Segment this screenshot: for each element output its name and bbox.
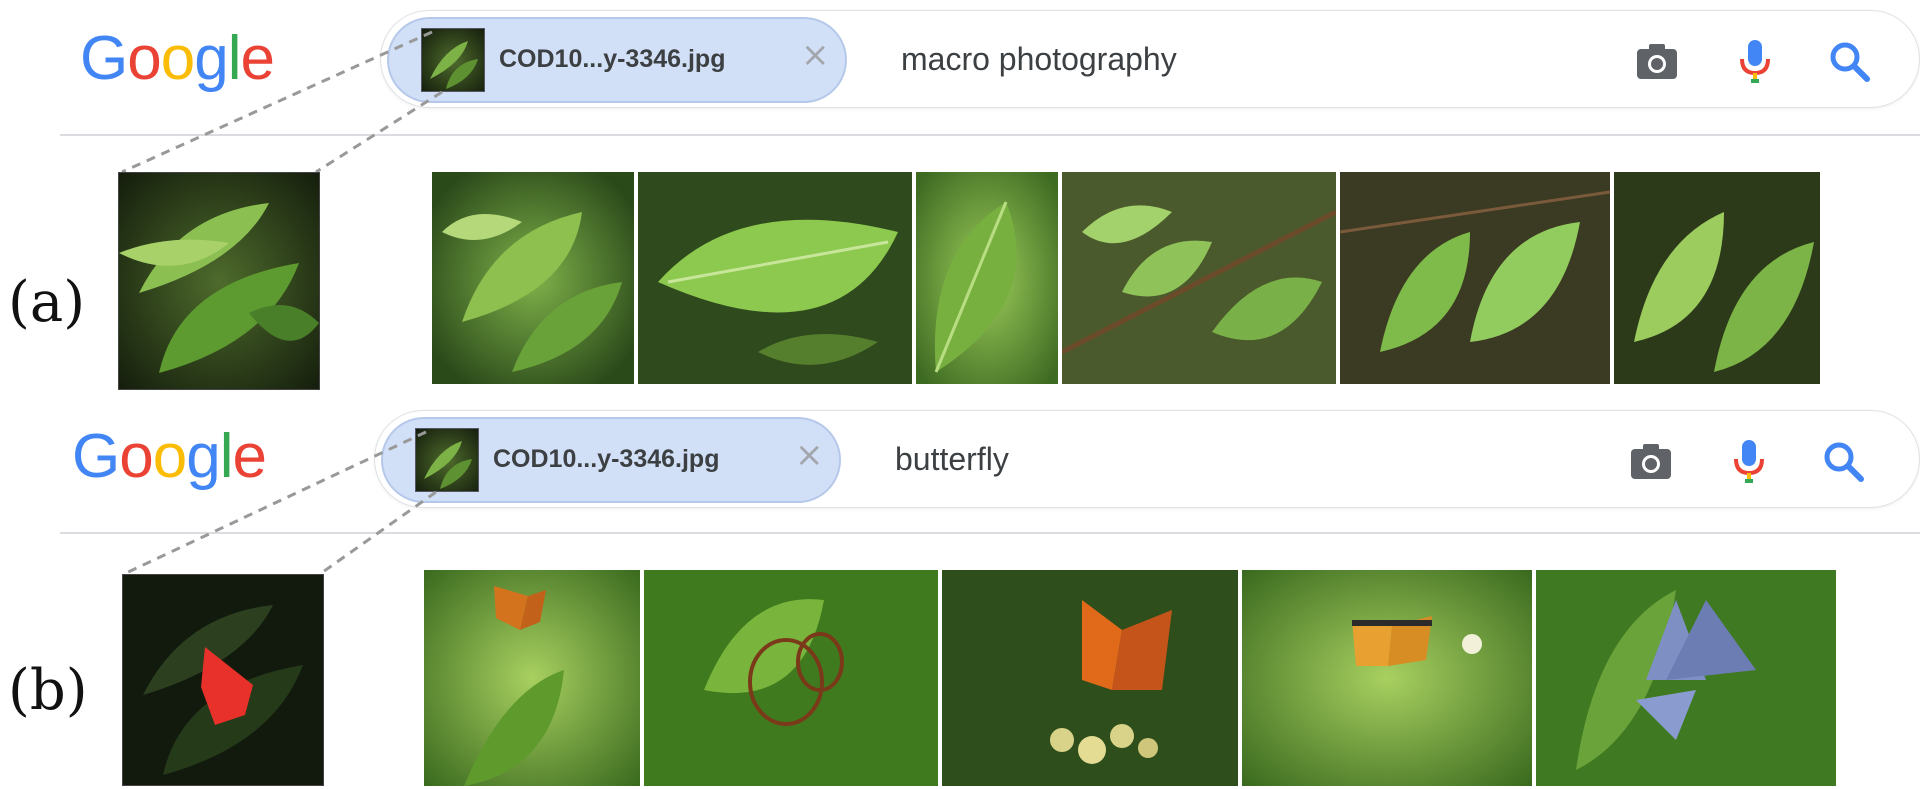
chip-thumbnail <box>415 428 479 492</box>
query-image <box>118 172 320 390</box>
search-input[interactable]: butterfly <box>895 441 1009 478</box>
logo-letter: g <box>194 24 228 93</box>
logo-letter: G <box>80 24 128 93</box>
logo-letter: e <box>232 422 266 491</box>
result-image[interactable] <box>1242 570 1532 786</box>
result-image[interactable] <box>424 570 640 786</box>
result-image[interactable] <box>644 570 938 786</box>
search-icon[interactable] <box>1825 37 1873 85</box>
chip-filename: COD10...y-3346.jpg <box>493 445 720 473</box>
search-input[interactable]: macro photography <box>901 41 1177 78</box>
search-bar[interactable]: COD10...y-3346.jpg × macro photography <box>380 10 1920 108</box>
panel-label: (b) <box>8 658 88 723</box>
microphone-icon[interactable] <box>1725 437 1773 485</box>
result-image[interactable] <box>916 172 1058 384</box>
panel-b: Google COD10...y-3346.jpg × butterfly (b… <box>0 400 1920 789</box>
search-icon[interactable] <box>1819 437 1867 485</box>
close-icon[interactable]: × <box>795 435 824 475</box>
microphone-icon[interactable] <box>1731 37 1779 85</box>
logo-letter: G <box>72 422 120 491</box>
logo-letter: g <box>186 422 220 491</box>
divider <box>60 532 1920 534</box>
image-chip[interactable]: COD10...y-3346.jpg × <box>387 17 847 103</box>
chip-thumbnail <box>421 28 485 92</box>
query-image-masked <box>122 574 324 786</box>
logo-letter: o <box>160 24 195 93</box>
logo-letter: l <box>227 24 242 93</box>
logo-letter: o <box>127 24 161 93</box>
result-image[interactable] <box>1536 570 1836 786</box>
logo-letter: o <box>152 422 187 491</box>
result-image[interactable] <box>1062 172 1336 384</box>
panel-a: Google COD10...y-3346.jpg × macro photog… <box>0 0 1920 400</box>
panel-label: (a) <box>8 270 86 335</box>
chip-filename: COD10...y-3346.jpg <box>499 45 726 73</box>
google-logo[interactable]: Google <box>80 24 275 93</box>
result-image[interactable] <box>942 570 1238 786</box>
result-image[interactable] <box>432 172 634 384</box>
camera-icon[interactable] <box>1627 437 1675 485</box>
divider <box>60 134 1920 136</box>
logo-letter: e <box>240 24 274 93</box>
logo-letter: o <box>119 422 153 491</box>
search-bar[interactable]: COD10...y-3346.jpg × butterfly <box>374 410 1920 508</box>
image-chip[interactable]: COD10...y-3346.jpg × <box>381 417 841 503</box>
result-image[interactable] <box>1614 172 1820 384</box>
result-image[interactable] <box>1340 172 1610 384</box>
logo-letter: l <box>219 422 234 491</box>
camera-icon[interactable] <box>1633 37 1681 85</box>
result-image[interactable] <box>638 172 912 384</box>
google-logo[interactable]: Google <box>72 422 267 491</box>
close-icon[interactable]: × <box>801 35 830 75</box>
